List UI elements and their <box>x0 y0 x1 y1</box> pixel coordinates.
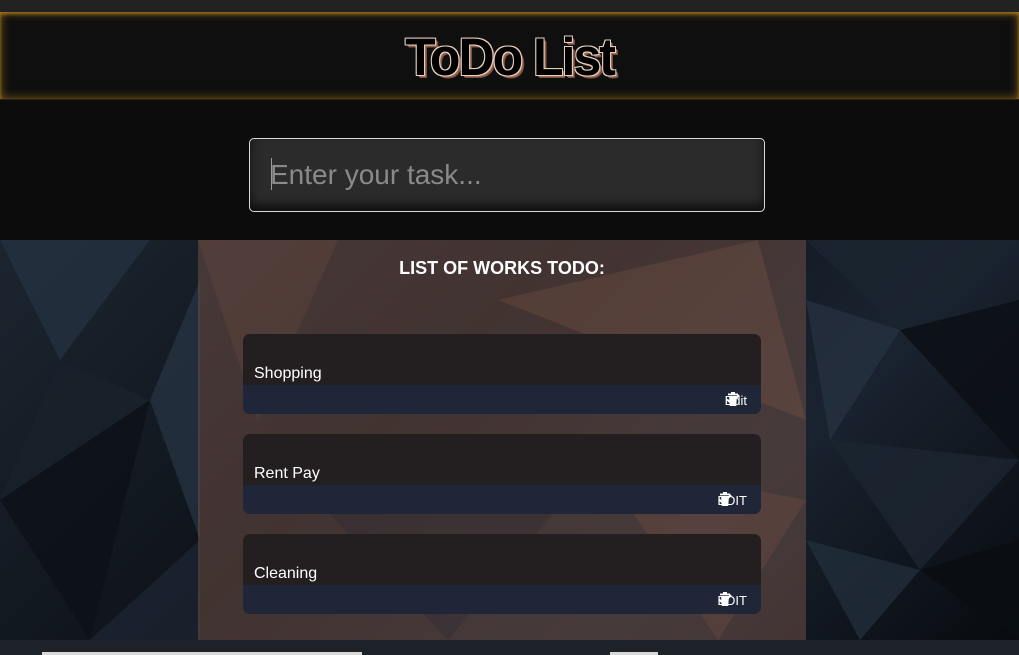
app-title: ToDo List <box>405 27 616 87</box>
todo-item-action-bar: EDIT <box>243 585 761 614</box>
window-top-strip <box>0 0 1019 12</box>
todo-item-action-bar: Edit <box>243 385 761 414</box>
todo-list-panel: LIST OF WORKS TODO: Shopping Edit <box>198 240 806 640</box>
trash-icon[interactable] <box>717 491 733 507</box>
todo-item-text: Rent Pay <box>254 465 320 482</box>
list-background: LIST OF WORKS TODO: Shopping Edit <box>0 240 1019 640</box>
todo-item: Rent Pay EDIT <box>243 434 761 514</box>
todo-item: Cleaning EDIT <box>243 534 761 614</box>
todo-item-action-bar: EDIT <box>243 485 761 514</box>
task-input[interactable] <box>249 138 765 212</box>
todo-item: Shopping Edit <box>243 334 761 414</box>
app-header: ToDo List <box>0 12 1019 100</box>
text-caret <box>271 158 272 190</box>
task-input-area <box>0 100 1019 240</box>
list-heading: LIST OF WORKS TODO: <box>399 258 605 278</box>
todo-item-text: Shopping <box>254 365 322 382</box>
trash-icon[interactable] <box>725 391 741 407</box>
trash-icon[interactable] <box>717 591 733 607</box>
todo-item-text: Cleaning <box>254 565 318 582</box>
